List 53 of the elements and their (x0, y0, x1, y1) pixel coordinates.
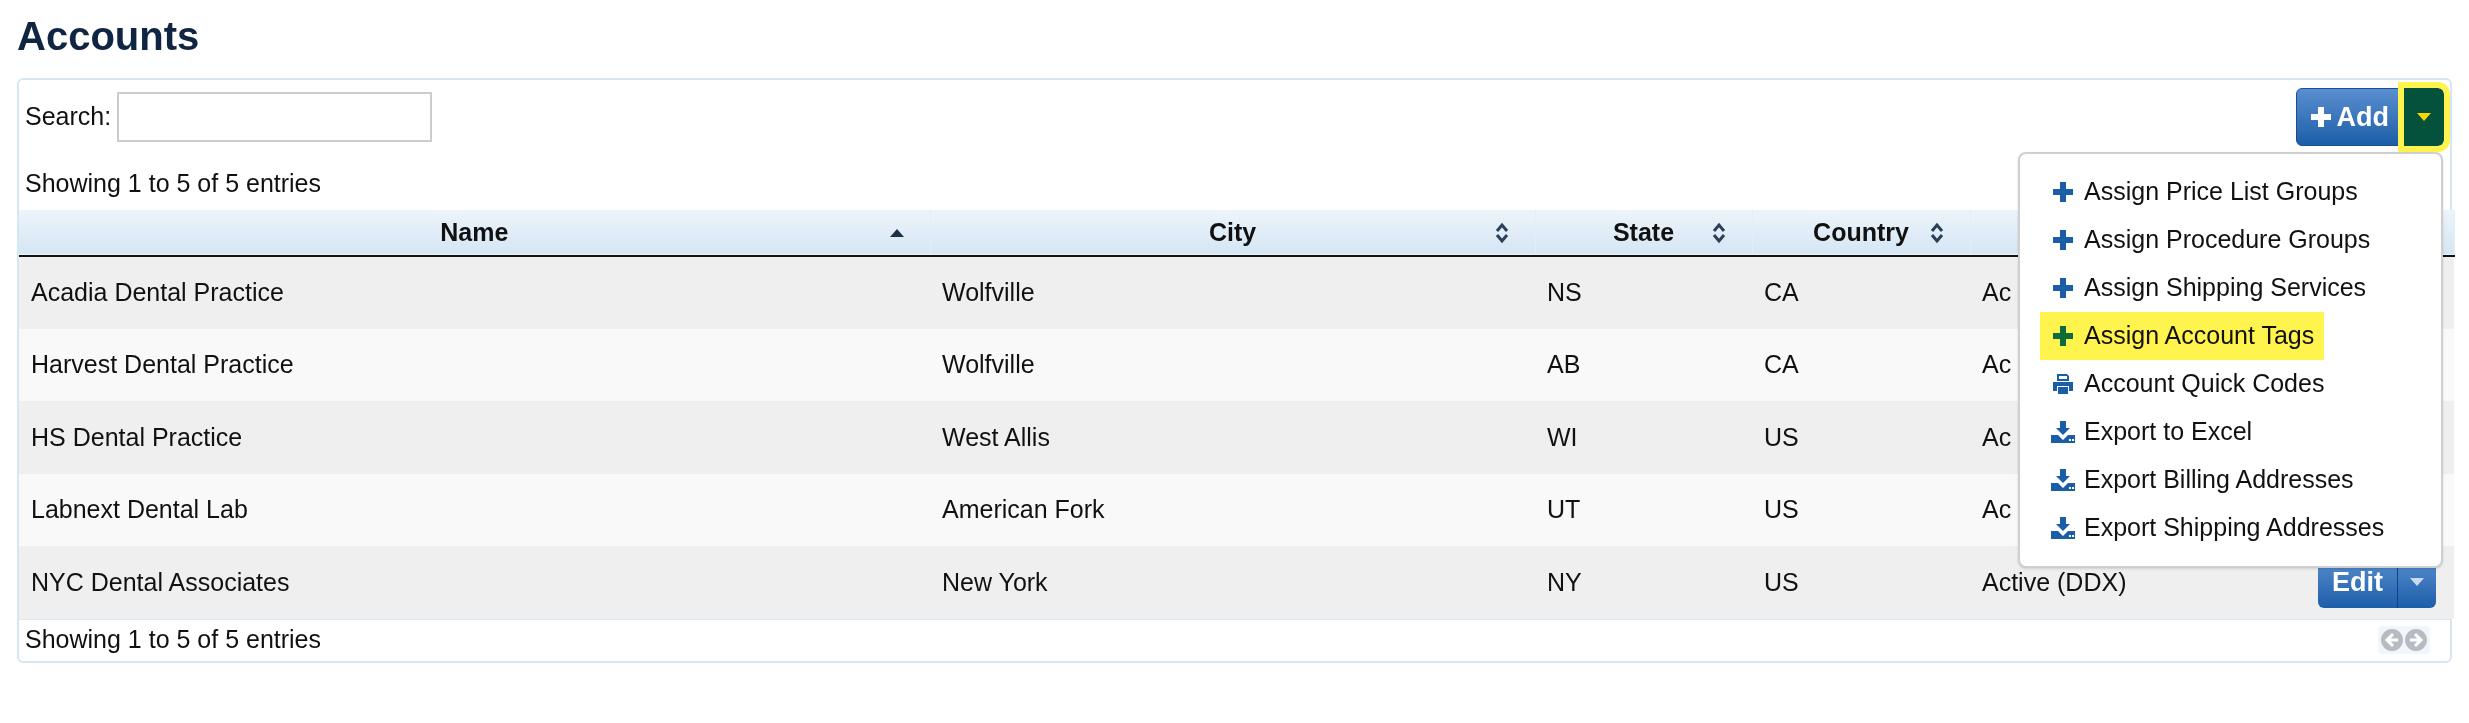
table-cell: WI (1547, 422, 1578, 451)
download-icon (2051, 421, 2075, 443)
table-cell: Acadia Dental Practice (31, 278, 284, 306)
menu-item[interactable]: Assign Price List Groups (2040, 168, 2368, 216)
menu-item[interactable]: Assign Account Tags (2040, 312, 2325, 360)
entries-info: Showing 1 to 5 of 5 entries (25, 167, 322, 199)
column-header[interactable]: Country (1752, 210, 1970, 256)
table-cell: NYC Dental Associates (31, 567, 290, 596)
table-cell: Labnext Dental Lab (31, 495, 248, 523)
table-cell: NY (1547, 567, 1582, 596)
plus-icon (2053, 182, 2073, 202)
menu-item[interactable]: Account Quick Codes (2040, 360, 2335, 408)
table-cell: AB (1547, 350, 1581, 378)
menu-item[interactable]: Export to Excel (2040, 408, 2263, 456)
column-header[interactable]: State (1535, 210, 1752, 256)
table-cell: Ac (1982, 495, 2012, 523)
column-header[interactable]: City (930, 210, 1535, 256)
table-cell: UT (1547, 495, 1581, 523)
table-cell: HS Dental Practice (31, 422, 243, 451)
table-cell: Ac (1982, 422, 2012, 451)
menu-item[interactable]: Export Shipping Addresses (2040, 504, 2395, 552)
table-cell: West Allis (942, 422, 1050, 451)
download-icon (2051, 469, 2075, 491)
column-header[interactable]: Name (19, 210, 930, 256)
table-cell: American Fork (942, 495, 1105, 523)
search-field[interactable] (117, 92, 433, 142)
search-label: Search: (25, 101, 112, 133)
printer-icon (2051, 373, 2075, 395)
table-cell: CA (1764, 350, 1799, 378)
caret-icon (2410, 578, 2424, 587)
table-cell: Ac (1982, 350, 2012, 378)
plus-icon (2053, 230, 2073, 250)
table-cell: NS (1547, 278, 1582, 306)
table-cell: CA (1764, 278, 1799, 306)
menu-item[interactable]: Assign Procedure Groups (2040, 216, 2381, 264)
menu-item[interactable]: Assign Shipping Services (2040, 264, 2377, 312)
table-cell: US (1764, 495, 1799, 523)
table-cell: Wolfville (942, 350, 1035, 378)
caret-icon (2417, 113, 2431, 121)
table-cell: Active (DDX) (1982, 567, 2127, 596)
table-cell: US (1764, 422, 1799, 451)
table-cell: Wolfville (942, 278, 1035, 306)
download-icon (2051, 517, 2075, 539)
entries-info: Showing 1 to 5 of 5 entries (25, 624, 322, 656)
plus-icon (2310, 107, 2331, 127)
plus-icon (2053, 278, 2073, 298)
table-cell: US (1764, 567, 1799, 596)
page-title: Accounts (17, 13, 200, 60)
table-cell: New York (942, 567, 1048, 596)
plus-icon (2053, 326, 2073, 346)
table-cell: Harvest Dental Practice (31, 350, 294, 378)
menu-item[interactable]: Export Billing Addresses (2040, 456, 2364, 504)
table-cell: Ac (1982, 278, 2012, 306)
